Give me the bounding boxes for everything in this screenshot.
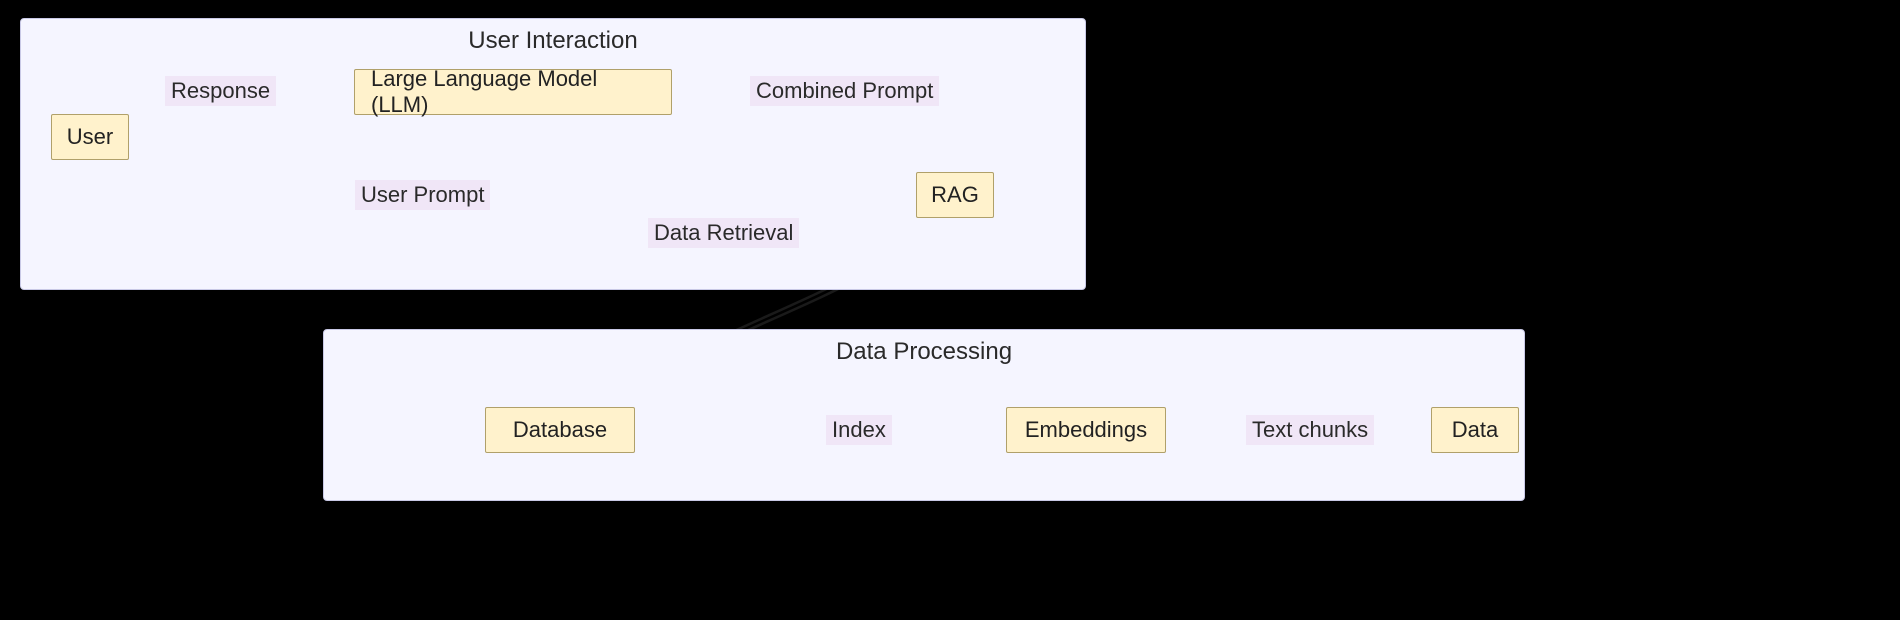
label-data-retrieval: Data Retrieval [648,218,799,248]
node-database: Database [485,407,635,453]
group-title-data-processing: Data Processing [324,338,1524,366]
label-combined-prompt: Combined Prompt [750,76,939,106]
label-text-chunks: Text chunks [1246,415,1374,445]
label-response: Response [165,76,276,106]
node-user: User [51,114,129,160]
label-index: Index [826,415,892,445]
group-user-interaction: User Interaction [20,18,1086,290]
label-user-prompt: User Prompt [355,180,490,210]
diagram-canvas: User Interaction Data Processing User La… [0,0,1900,620]
node-rag: RAG [916,172,994,218]
group-title-user-interaction: User Interaction [21,27,1085,55]
node-llm: Large Language Model (LLM) [354,69,672,115]
node-embeddings: Embeddings [1006,407,1166,453]
node-data: Data [1431,407,1519,453]
